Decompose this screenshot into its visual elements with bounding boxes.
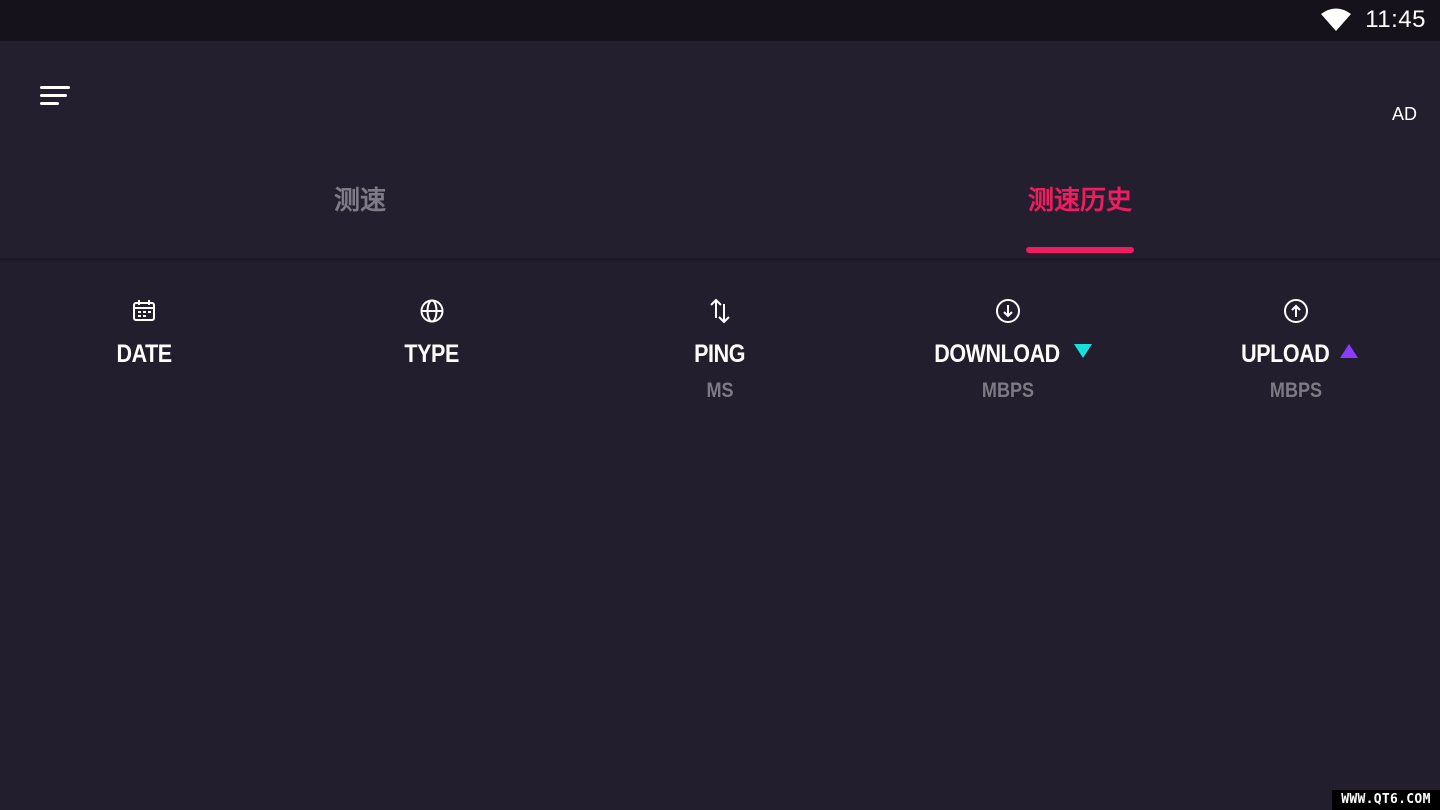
tab-speed-test[interactable]: 测速 bbox=[260, 171, 460, 231]
column-label: PING bbox=[694, 340, 746, 368]
ad-label[interactable]: AD bbox=[1392, 104, 1417, 125]
status-time: 11:45 bbox=[1365, 6, 1426, 33]
column-label: DATE bbox=[116, 340, 172, 368]
column-upload: UPLOAD MBPS bbox=[1152, 296, 1440, 403]
status-bar: 11:45 bbox=[0, 0, 1440, 41]
active-tab-indicator bbox=[1026, 247, 1134, 253]
app-header: AD 测速 测速历史 bbox=[0, 41, 1440, 258]
column-type: TYPE bbox=[288, 296, 576, 369]
calendar-icon bbox=[133, 300, 155, 321]
up-triangle-icon bbox=[1340, 344, 1359, 358]
tab-speed-test-history[interactable]: 测速历史 bbox=[980, 171, 1180, 231]
column-unit: MS bbox=[706, 379, 734, 402]
column-unit: MBPS bbox=[1269, 379, 1323, 402]
column-date: DATE bbox=[0, 296, 288, 369]
watermark: WWW.QT6.COM bbox=[1332, 790, 1440, 810]
header-divider bbox=[0, 258, 1440, 264]
column-ping: PING MS bbox=[576, 296, 864, 403]
menu-button[interactable] bbox=[30, 75, 82, 117]
download-circle-icon bbox=[996, 299, 1020, 323]
column-label: DOWNLOAD bbox=[934, 340, 1060, 368]
wifi-icon bbox=[1321, 8, 1351, 31]
column-label: UPLOAD bbox=[1240, 340, 1330, 368]
upload-circle-icon bbox=[1284, 299, 1308, 323]
column-label: TYPE bbox=[404, 340, 460, 368]
down-triangle-icon bbox=[1073, 344, 1092, 358]
column-download: DOWNLOAD MBPS bbox=[864, 296, 1152, 403]
ping-arrows-icon bbox=[710, 298, 730, 324]
globe-icon bbox=[420, 299, 444, 323]
column-unit: MBPS bbox=[981, 379, 1035, 402]
